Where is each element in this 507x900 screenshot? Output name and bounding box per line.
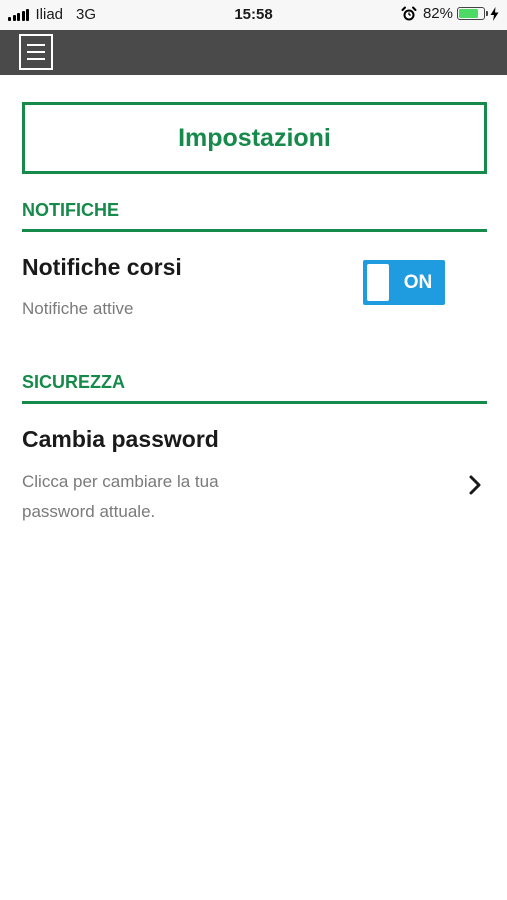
alarm-icon — [401, 6, 417, 20]
battery-icon — [457, 7, 488, 20]
battery-fill — [459, 9, 478, 18]
status-bar: Iliad 3G 15:58 82% — [0, 0, 507, 30]
toggle-knob — [367, 264, 389, 301]
page-title-box: Impostazioni — [22, 102, 487, 174]
toggle-label: ON — [403, 272, 433, 293]
hamburger-menu-icon[interactable] — [19, 34, 53, 70]
notifiche-corsi-title: Notifiche corsi — [22, 254, 182, 280]
top-nav-bar — [0, 30, 507, 75]
cambia-password-title[interactable]: Cambia password — [22, 426, 219, 453]
section-header-notifiche: NOTIFICHE — [22, 200, 487, 232]
battery-percent: 82% — [422, 5, 453, 22]
section-header-sicurezza: SICUREZZA — [22, 372, 487, 404]
chevron-right-icon[interactable] — [466, 474, 484, 496]
notifiche-corsi-subtitle: Notifiche attive — [22, 299, 134, 318]
notifications-toggle[interactable]: ON — [363, 260, 445, 305]
status-right: 82% — [401, 5, 499, 22]
battery-cap — [486, 11, 488, 16]
charging-icon — [490, 6, 499, 21]
page-title: Impostazioni — [178, 123, 331, 152]
cambia-password-subtitle-line2[interactable]: password attuale. — [22, 497, 155, 527]
cambia-password-subtitle-line1[interactable]: Clicca per cambiare la tua — [22, 467, 219, 497]
